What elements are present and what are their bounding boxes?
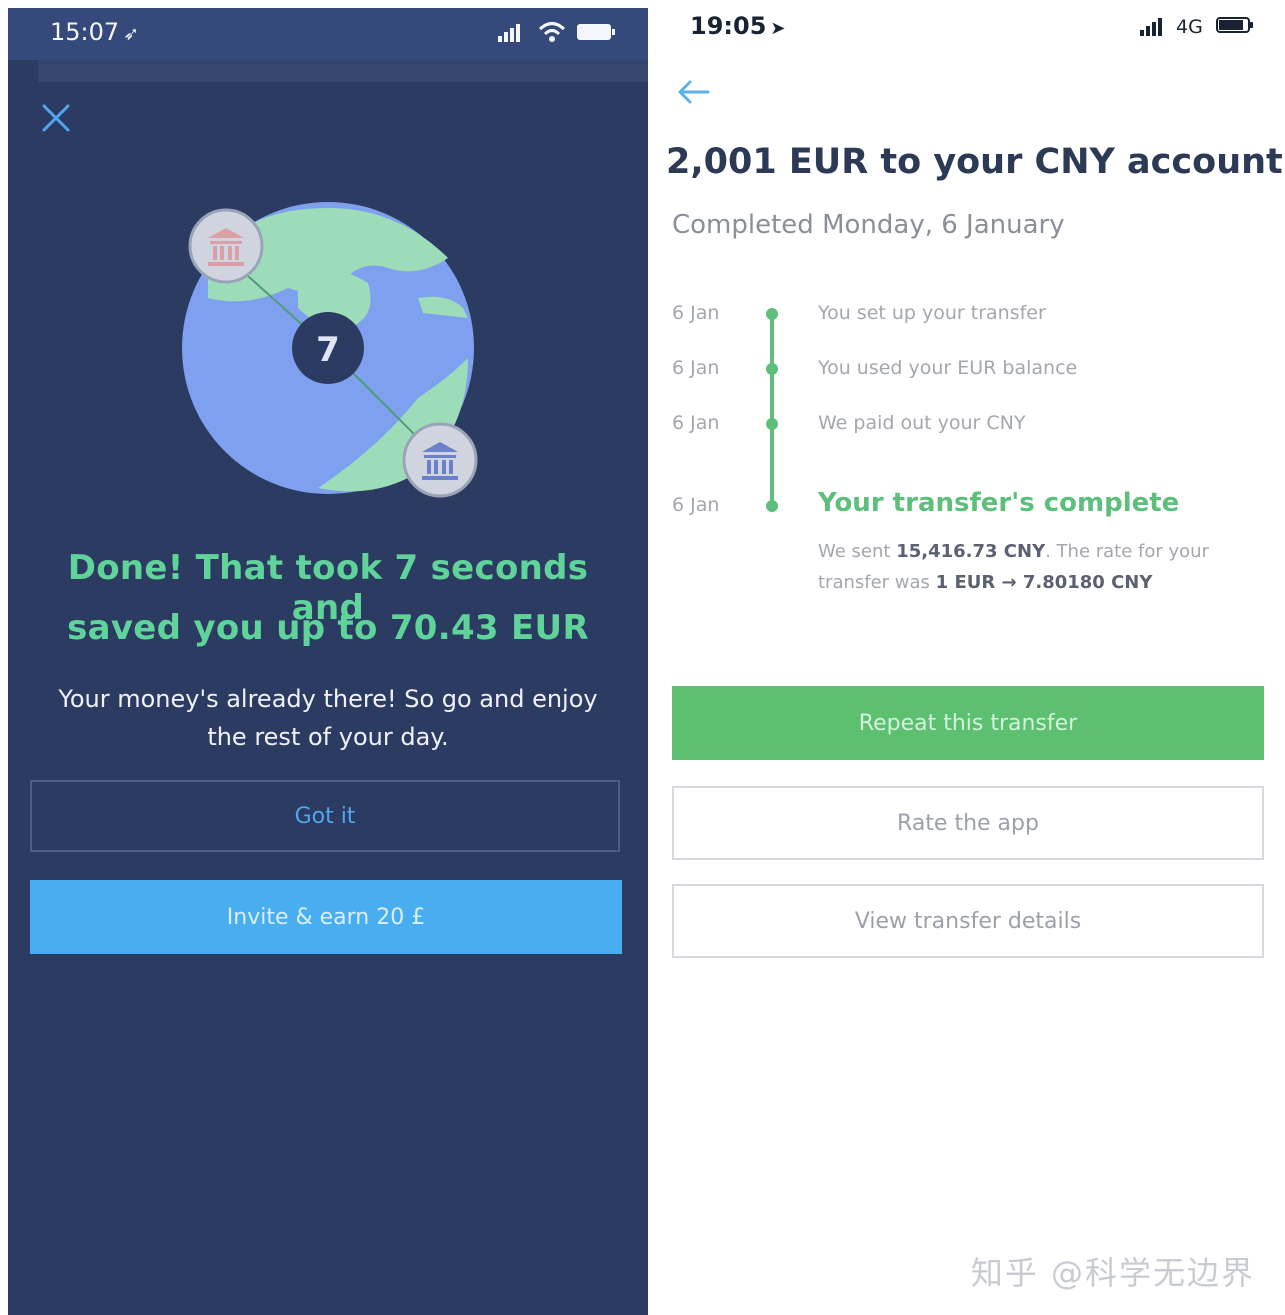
timeline-dot [766, 418, 778, 430]
got-it-button[interactable]: Got it [30, 780, 620, 852]
invite-earn-button[interactable]: Invite & earn 20 £ [30, 880, 622, 954]
exchange-rate: 1 EUR → 7.80180 CNY [935, 572, 1153, 593]
location-icon: ➤ [770, 18, 786, 39]
rate-app-button[interactable]: Rate the app [672, 786, 1264, 860]
body-line-1: Your money's already there! So go and en… [58, 685, 598, 713]
timeline-line [770, 312, 774, 506]
globe-illustration: 7 [182, 202, 478, 498]
view-details-button[interactable]: View transfer details [672, 884, 1264, 958]
transfer-complete-heading: Your transfer's complete [818, 488, 1180, 518]
body-line-2: the rest of your day. [207, 723, 449, 751]
timeline-step: You used your EUR balance [818, 357, 1078, 379]
timeline-date: 6 Jan [672, 494, 720, 516]
back-arrow-icon[interactable] [676, 78, 710, 106]
location-icon: ➶ [123, 23, 140, 45]
timeline-step: We paid out your CNY [818, 412, 1026, 434]
status-time: 19:05 ➤ [690, 12, 786, 40]
right-screen: 19:05 ➤ 4G 2,001 EUR to your CNY account … [648, 0, 1285, 1315]
timeline-dot [766, 363, 778, 375]
page-title: 2,001 EUR to your CNY account [666, 142, 1283, 182]
signal-icon [498, 24, 520, 42]
signal-icon [1140, 18, 1162, 36]
battery-icon [577, 24, 615, 40]
completed-date: Completed Monday, 6 January [672, 210, 1065, 240]
status-shadow [38, 60, 648, 82]
timeline-date: 6 Jan [672, 302, 720, 324]
timeline-dot [766, 500, 778, 512]
battery-icon [1216, 17, 1253, 33]
timeline-step: You set up your transfer [818, 302, 1046, 324]
left-screen: 15:07 ➶ 7 Done! That took 7 seconds and … [8, 8, 648, 1315]
network-label: 4G [1176, 16, 1203, 38]
timeline-date: 6 Jan [672, 412, 720, 434]
close-icon[interactable] [38, 100, 74, 136]
repeat-transfer-button[interactable]: Repeat this transfer [672, 686, 1264, 760]
app-logo: 7 [316, 330, 340, 370]
status-time: 15:07 ➶ [50, 18, 140, 46]
timeline-dot [766, 308, 778, 320]
headline-line-2: saved you up to 70.43 EUR [67, 608, 589, 648]
status-bar: 15:07 ➶ [8, 8, 648, 60]
timeline-date: 6 Jan [672, 357, 720, 379]
sent-amount: 15,416.73 CNY [896, 541, 1046, 562]
wifi-icon [538, 22, 566, 42]
watermark: 知乎 @科学无边界 [970, 1254, 1255, 1292]
transfer-summary: We sent 15,416.73 CNY. The rate for your… [818, 541, 1209, 593]
